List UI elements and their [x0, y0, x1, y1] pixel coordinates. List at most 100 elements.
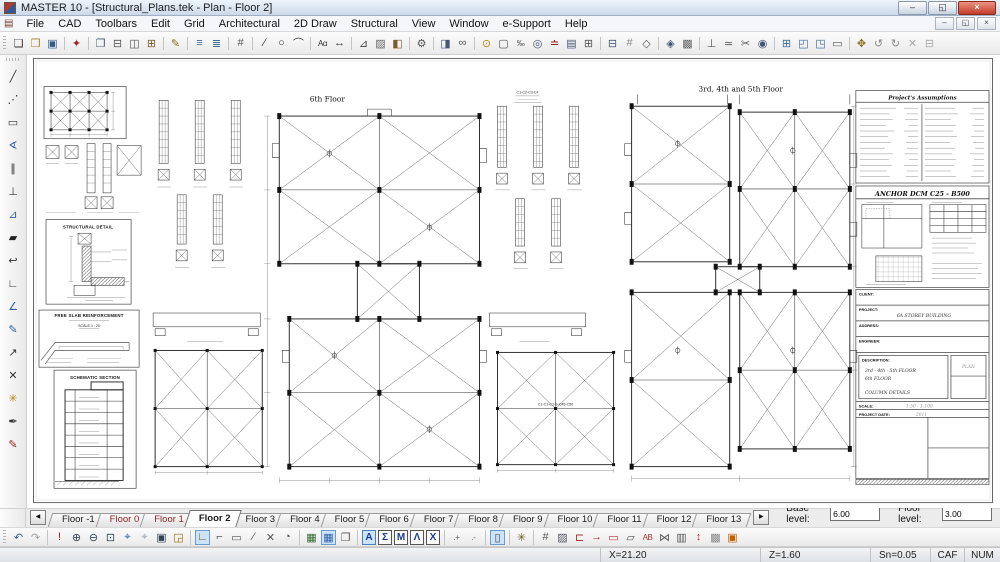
menu-grid[interactable]: Grid [177, 18, 212, 30]
print-icon[interactable]: ⊟ [110, 35, 125, 51]
find-icon[interactable]: ⊙ [479, 35, 494, 51]
beam-node-icon[interactable]: ⌐ [212, 530, 227, 545]
tools-icon[interactable]: ⚙ [414, 35, 429, 51]
ab-label-icon[interactable]: AB [640, 530, 655, 545]
layer-list-icon[interactable]: ≡ [192, 35, 207, 51]
export-icon[interactable]: ⊞ [144, 35, 159, 51]
printer-frames-icon[interactable]: ⊟ [605, 35, 620, 51]
tab-floor-2[interactable]: Floor 2 [187, 510, 239, 527]
binoculars-icon[interactable]: ◎ [530, 35, 545, 51]
slab-corner-icon[interactable]: ∟ [195, 530, 210, 545]
print-preview-icon[interactable]: ◫ [127, 35, 142, 51]
copy-entity-icon[interactable]: ❐ [338, 530, 353, 545]
panel-c-icon[interactable]: ◳ [813, 35, 828, 51]
circle-tool-icon[interactable]: ○ [274, 35, 289, 51]
sketch-pen-icon[interactable]: ✎ [168, 35, 183, 51]
menu-file[interactable]: File [19, 18, 51, 30]
drawing-canvas[interactable]: STRUCTURAL DETAIL FREE SLAB REINFORCEMEN… [27, 55, 1000, 508]
wall-tool-icon[interactable]: ⊏ [572, 530, 587, 545]
protractor-icon[interactable]: ◔ [280, 530, 295, 545]
draw-line-icon[interactable]: ╱ [6, 69, 21, 84]
level-mark-icon[interactable]: ≐ [547, 35, 562, 51]
panel-a-icon[interactable]: ⊞ [779, 35, 794, 51]
line-segment-icon[interactable]: ∕ [246, 530, 261, 545]
snap-star-icon[interactable]: ✳ [514, 530, 529, 545]
delete-icon[interactable]: ✕ [905, 35, 920, 51]
redraw-icon[interactable]: ◲ [171, 530, 186, 545]
tab-floor-13[interactable]: Floor 13 [694, 513, 749, 527]
red-pen-icon[interactable]: ✎ [6, 437, 21, 452]
draw-polyline-icon[interactable]: ⋰ [6, 92, 21, 107]
keynote-icon[interactable]: ‰ [513, 35, 528, 51]
calculator-icon[interactable]: ⊞ [581, 35, 596, 51]
text-tool-icon[interactable]: Aα [315, 35, 330, 51]
extend-line-icon[interactable]: ↗ [6, 345, 21, 360]
camera-icon[interactable]: ◉ [755, 35, 770, 51]
snap-node-icon[interactable]: ✳ [6, 391, 21, 406]
menu-structural[interactable]: Structural [344, 18, 405, 30]
point-plus-icon[interactable]: .+ [449, 530, 464, 545]
cpb-stamp-icon[interactable]: ✦ [69, 35, 84, 51]
print-final-icon[interactable]: ⊟ [922, 35, 937, 51]
point-minus-icon[interactable]: .- [466, 530, 481, 545]
redo-icon[interactable]: ↷ [28, 530, 43, 545]
rotate-ccw-icon[interactable]: ↺ [871, 35, 886, 51]
zoom-dynamic-icon[interactable]: ⌖ [120, 530, 135, 545]
letter-x-button[interactable]: X [426, 530, 440, 545]
zoom-previous-icon[interactable]: ⌖ [137, 530, 152, 545]
mouse-mode-icon[interactable]: ▯ [490, 530, 505, 545]
base-level-input[interactable] [830, 507, 880, 521]
menu-cad[interactable]: CAD [51, 18, 88, 30]
pattern-icon[interactable]: ▩ [708, 530, 723, 545]
intersect-icon[interactable]: ✕ [6, 368, 21, 383]
menu-window[interactable]: Window [442, 18, 495, 30]
floor-level-input[interactable] [942, 507, 992, 521]
rotate-cw-icon[interactable]: ↻ [888, 35, 903, 51]
document-icon[interactable]: ▤ [4, 18, 13, 29]
frame-grid-icon[interactable]: # [622, 35, 637, 51]
menu-architectural[interactable]: Architectural [212, 18, 287, 30]
grid-table-icon[interactable]: ▦ [321, 530, 336, 545]
join-icon[interactable]: ⋈ [657, 530, 672, 545]
flip-icon[interactable]: ↕ [691, 530, 706, 545]
corner-line-icon[interactable]: ∟ [6, 276, 21, 291]
arrow-tool-icon[interactable]: → [589, 530, 604, 545]
render-3d-icon[interactable]: ◈ [663, 35, 678, 51]
zoom-region-icon[interactable]: ▢ [496, 35, 511, 51]
link-icon[interactable]: ∞ [455, 35, 470, 51]
zoom-out-icon[interactable]: ⊖ [86, 530, 101, 545]
panel-b-icon[interactable]: ◰ [796, 35, 811, 51]
ruler-icon[interactable]: ▭ [229, 530, 244, 545]
node-cross-icon[interactable]: ✕ [263, 530, 278, 545]
new-file-icon[interactable]: ❏ [11, 35, 26, 51]
undo-icon[interactable]: ↶ [11, 530, 26, 545]
slope-icon[interactable]: ≃ [721, 35, 736, 51]
tab-scroll-right-button[interactable]: ▶ [753, 510, 769, 525]
dropper-icon[interactable]: ✒ [6, 414, 21, 429]
pen-blue-icon[interactable]: ✎ [6, 322, 21, 337]
letter-sigma-button[interactable]: Σ [378, 530, 392, 545]
view-3d-icon[interactable]: ◇ [639, 35, 654, 51]
close-button[interactable]: × [958, 1, 996, 15]
box-target-icon[interactable]: ▣ [725, 530, 740, 545]
menu-edit[interactable]: Edit [144, 18, 177, 30]
menu-view[interactable]: View [405, 18, 443, 30]
menu-e-support[interactable]: e-Support [496, 18, 558, 30]
hatch-library-icon[interactable]: ▨ [373, 35, 388, 51]
child-close-button[interactable]: × [977, 17, 996, 30]
letter-lambda-button[interactable]: Λ [410, 530, 424, 545]
draw-rectangle-icon[interactable]: ▭ [6, 115, 21, 130]
toolbar-grip[interactable] [6, 58, 20, 61]
anchor-icon[interactable]: ⊥ [704, 35, 719, 51]
dimension-icon[interactable]: ↔ [332, 35, 347, 51]
arc-tool-icon[interactable]: ⌒ [291, 35, 306, 51]
columns-icon[interactable]: ▥ [674, 530, 689, 545]
zoom-window-icon[interactable]: ⊡ [103, 530, 118, 545]
tab-floor-11[interactable]: Floor 11 [595, 513, 649, 527]
minimize-button[interactable]: – [898, 1, 927, 15]
parallelogram-icon[interactable]: ▱ [623, 530, 638, 545]
menu-help[interactable]: Help [558, 18, 595, 30]
parallel-line-icon[interactable]: ∥ [6, 161, 21, 176]
copy-icon[interactable]: ❐ [93, 35, 108, 51]
fill-icon[interactable]: ◧ [390, 35, 405, 51]
